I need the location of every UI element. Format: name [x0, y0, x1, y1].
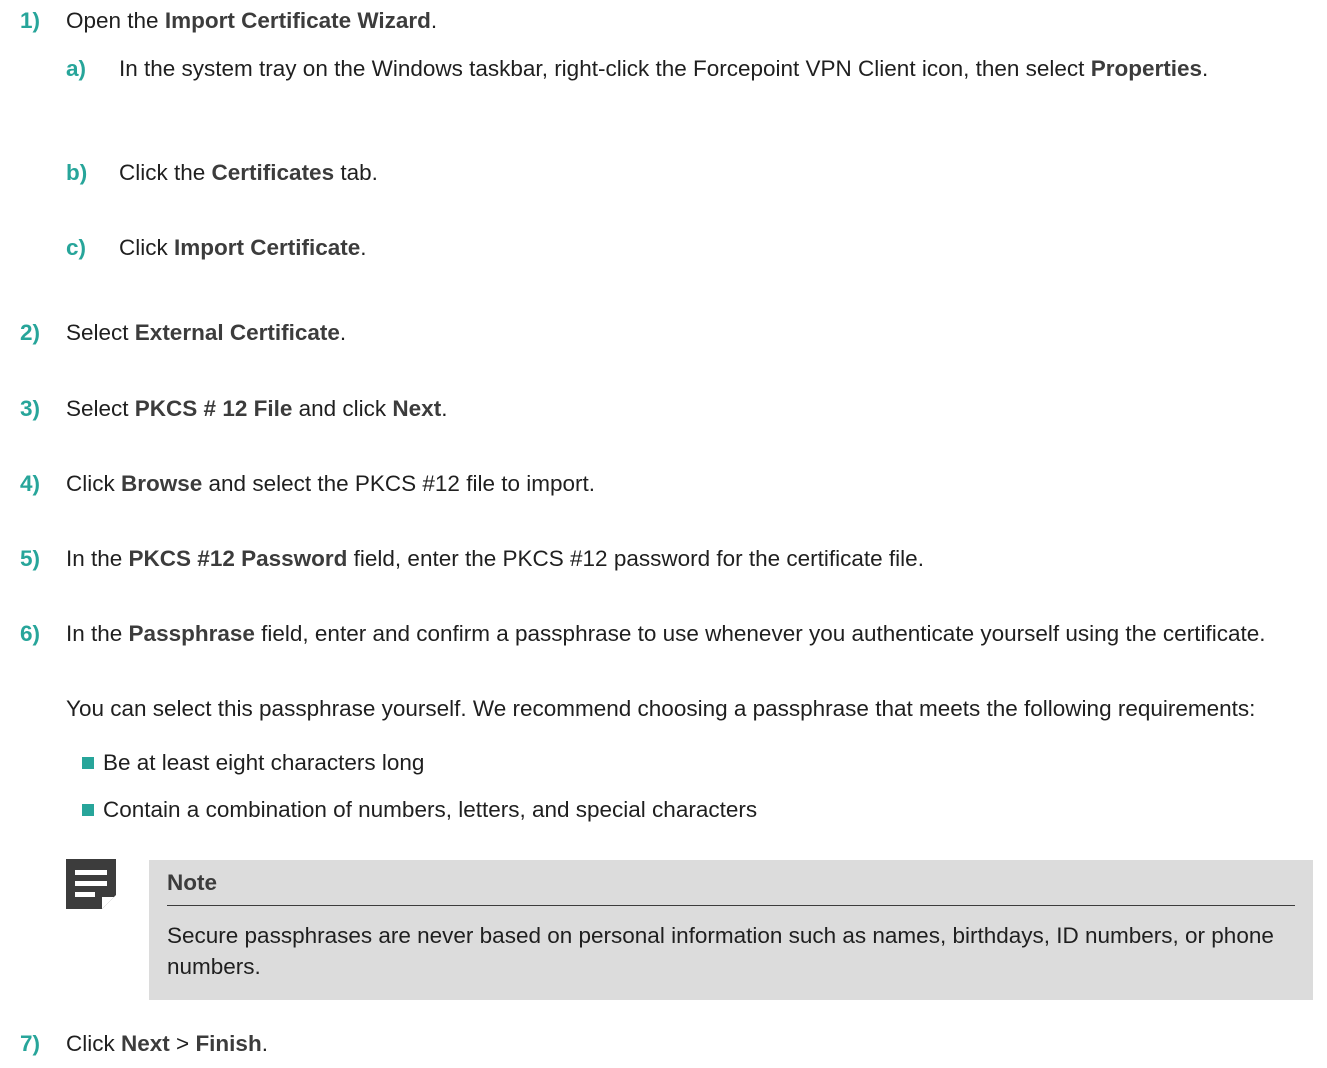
- substep-text: Click the Certificates tab.: [119, 160, 378, 185]
- note-divider: [167, 905, 1295, 906]
- substep-text: Click Import Certificate.: [119, 235, 367, 260]
- step-number: 4): [20, 471, 41, 496]
- substep-text: In the system tray on the Windows taskba…: [119, 56, 1209, 81]
- step-number: 7): [20, 1031, 41, 1056]
- bullet-marker: [82, 804, 94, 816]
- substep-number: b): [66, 160, 88, 185]
- step-text: In the PKCS #12 Password field, enter th…: [66, 546, 924, 571]
- substep-number: c): [66, 235, 87, 260]
- step-6-paragraph: You can select this passphrase yourself.…: [66, 696, 1256, 721]
- step-number: 1): [20, 8, 41, 33]
- step-number: 5): [20, 546, 41, 571]
- step-number: 2): [20, 320, 41, 345]
- note-box: Note Secure passphrases are never based …: [149, 860, 1313, 1000]
- note-icon: [66, 859, 116, 909]
- substep-number: a): [66, 56, 87, 81]
- step-number: 3): [20, 396, 41, 421]
- step-text: Open the Import Certificate Wizard.: [66, 8, 438, 33]
- note-body: Secure passphrases are never based on pe…: [167, 923, 1274, 979]
- bullet-item: Contain a combination of numbers, letter…: [103, 797, 758, 822]
- bullet-marker: [82, 757, 94, 769]
- step-text: Click Browse and select the PKCS #12 fil…: [66, 471, 595, 496]
- step-text: Select PKCS # 12 File and click Next.: [66, 396, 448, 421]
- step-text: Select External Certificate.: [66, 320, 347, 345]
- bullet-item: Be at least eight characters long: [103, 750, 425, 775]
- step-text: In the Passphrase field, enter and confi…: [66, 621, 1266, 646]
- step-number: 6): [20, 621, 41, 646]
- step-text: Click Next > Finish.: [66, 1031, 268, 1056]
- note-title: Note: [167, 870, 217, 895]
